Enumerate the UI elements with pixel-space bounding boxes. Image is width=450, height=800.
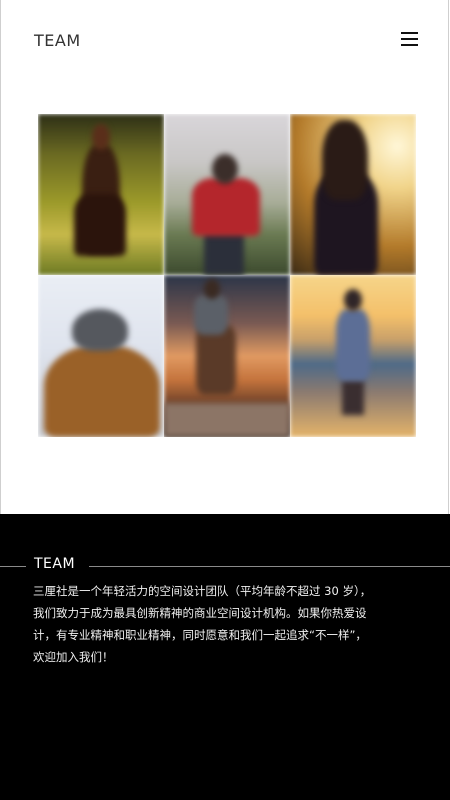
menu-bar	[401, 38, 418, 40]
brand-logo-text[interactable]: TEAM	[34, 31, 81, 50]
team-photo-5[interactable]	[164, 275, 290, 437]
title-divider-right	[89, 566, 450, 567]
team-photo-6[interactable]	[290, 275, 416, 437]
menu-bar	[401, 32, 418, 34]
page: TEAM TEAM 三厘社是一个年轻活力的空间设计团队（平均年龄不超过 30 岁…	[0, 0, 450, 800]
team-description: 三厘社是一个年轻活力的空间设计团队（平均年龄不超过 30 岁），我们致力于成为最…	[33, 584, 372, 664]
team-photo-2[interactable]	[164, 114, 290, 275]
team-photo-4[interactable]	[38, 275, 164, 437]
menu-bar	[401, 44, 418, 46]
section-title: TEAM	[34, 556, 76, 572]
top-section: TEAM	[0, 0, 449, 514]
team-photo-3[interactable]	[290, 114, 416, 275]
team-photo-1[interactable]	[38, 114, 164, 275]
hamburger-menu-icon[interactable]	[401, 30, 419, 48]
title-divider-left	[0, 566, 26, 567]
team-photo-grid	[38, 114, 416, 437]
